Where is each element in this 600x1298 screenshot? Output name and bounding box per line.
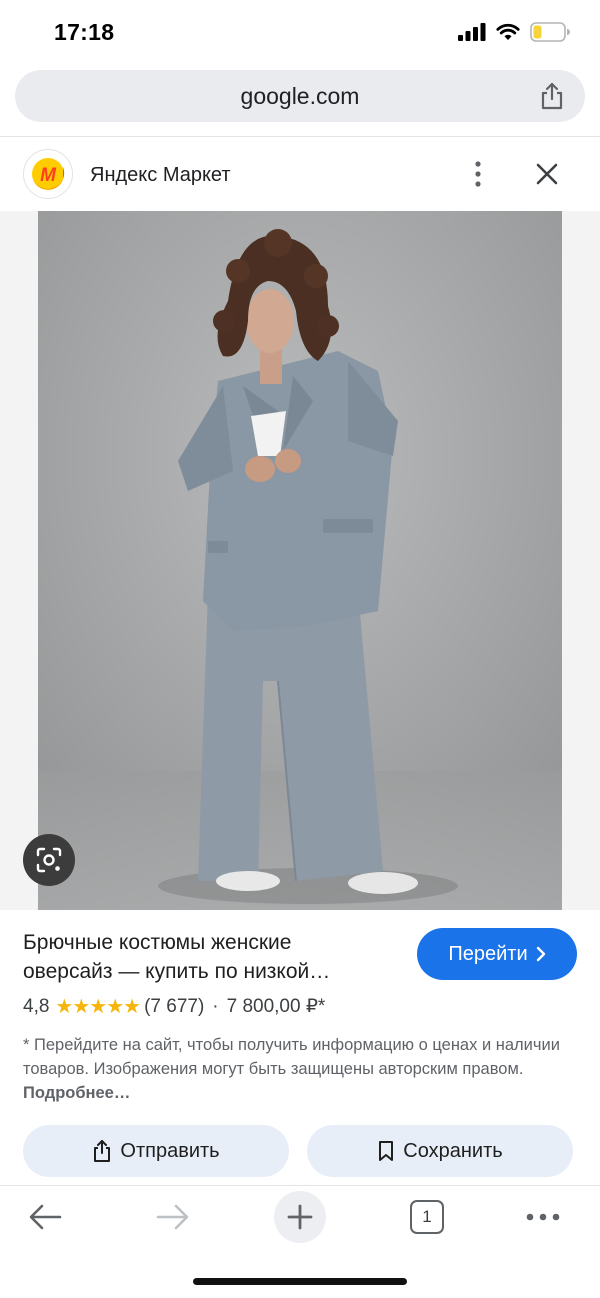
price: 7 800,00 ₽* [226,996,326,1017]
tab-count: 1 [410,1200,444,1234]
star-rating: ★★★★★ [55,996,141,1018]
status-time: 17:18 [54,19,115,45]
back-button[interactable] [22,1194,68,1240]
share-icon[interactable] [539,82,565,110]
result-title-line1[interactable]: Брючные костюмы женские [23,928,403,957]
forward-arrow-icon [156,1204,189,1230]
cellular-signal-icon [458,23,486,41]
more-info-link[interactable]: Подробнее… [23,1084,130,1102]
back-arrow-icon [29,1204,62,1230]
url-text[interactable]: google.com [15,83,585,110]
product-photo[interactable] [38,211,562,910]
home-indicator[interactable] [193,1278,407,1285]
chevron-right-icon [536,946,545,962]
rating-value: 4,8 [23,995,50,1017]
disclaimer-text: * Перейдите на сайт, чтобы получить инфо… [23,1036,560,1078]
rating-row: 4,8 ★★★★★ (7 677) · 7 800,00 ₽* [23,994,325,1019]
bottom-toolbar: 1 [0,1186,600,1256]
close-icon[interactable] [533,160,561,188]
result-title[interactable]: Брючные костюмы женские оверсайз — купит… [23,928,403,986]
address-bar[interactable]: google.com [15,70,585,122]
status-icons [458,22,570,42]
image-preview-area [0,211,600,910]
source-logo[interactable]: M [23,149,73,199]
plus-icon [287,1204,313,1230]
menu-button[interactable] [520,1194,566,1240]
status-bar: 17:18 [0,0,600,64]
disclaimer: * Перейдите на сайт, чтобы получить инфо… [23,1033,573,1105]
battery-icon [530,22,570,42]
tabs-button[interactable]: 1 [404,1194,450,1240]
more-horiz-icon [526,1213,560,1221]
visit-button-label: Перейти [448,942,528,965]
save-button[interactable]: Сохранить [307,1125,573,1177]
visit-button[interactable]: Перейти [417,928,577,980]
new-tab-button[interactable] [274,1191,326,1243]
source-header: M Яндекс Маркет [0,137,600,211]
product-photo-illustration [38,211,562,910]
share-icon [94,1140,111,1162]
lens-search-button[interactable] [23,834,75,886]
source-name[interactable]: Яндекс Маркет [90,164,231,187]
separator: · [212,995,219,1017]
wifi-icon [496,23,520,40]
send-button-label: Отправить [120,1139,220,1162]
send-button[interactable]: Отправить [23,1125,289,1177]
more-vert-icon[interactable] [466,159,490,189]
forward-button[interactable] [150,1194,196,1240]
yandex-market-logo-icon: M [32,158,65,190]
bookmark-icon [379,1141,394,1161]
lens-search-icon [36,847,62,873]
review-count: (7 677) [144,995,205,1017]
save-button-label: Сохранить [403,1139,503,1162]
logo-letter: M [40,165,57,186]
result-title-line2[interactable]: оверсайз — купить по низкой… [23,957,403,986]
